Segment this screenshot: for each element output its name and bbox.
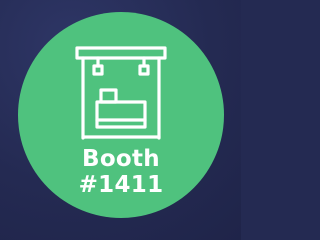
- booth-number: #1411: [78, 172, 164, 199]
- booth-label: Booth: [81, 146, 160, 172]
- booth-badge: Booth #1411: [18, 12, 224, 218]
- booth-text: Booth #1411: [79, 146, 164, 199]
- booth-icon: [75, 46, 167, 140]
